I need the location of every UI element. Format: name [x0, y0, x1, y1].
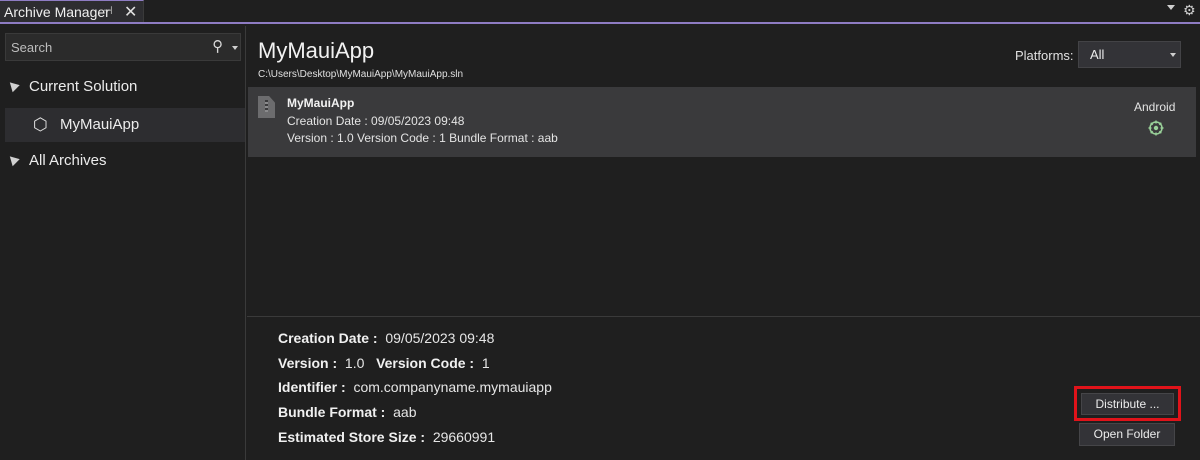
archive-platform: Android [1134, 100, 1176, 114]
chevron-down-icon[interactable] [232, 46, 238, 50]
platforms-label: Platforms: [1015, 48, 1074, 63]
archive-list-item[interactable]: MyMauiApp Creation Date : 09/05/2023 09:… [248, 87, 1196, 157]
archive-name: MyMauiApp [287, 96, 355, 110]
tree-item-project-label: MyMauiApp [60, 116, 140, 133]
detail-version: Version : 1.0 Version Code : 1 [278, 355, 490, 371]
gear-icon[interactable]: ⚙ [1183, 2, 1196, 19]
tree-item-current-solution[interactable]: Current Solution [29, 78, 137, 95]
tab-archive-manager[interactable]: Archive Manager ⊣ ✕ [0, 0, 144, 22]
expanded-arrow-icon[interactable] [6, 78, 20, 93]
chevron-down-icon [1170, 53, 1176, 57]
expanded-arrow-icon[interactable] [6, 152, 20, 167]
android-icon [1148, 120, 1164, 136]
chevron-down-icon[interactable] [1167, 5, 1175, 10]
search-icon[interactable]: ⚲ [212, 37, 223, 55]
detail-creation-date: Creation Date : 09/05/2023 09:48 [278, 330, 495, 346]
archive-details: Creation Date : 09/05/2023 09:48 Version… [247, 316, 1200, 460]
detail-store-size: Estimated Store Size : 29660991 [278, 429, 496, 445]
tool-window-titlebar: Archive Manager ⊣ ✕ ⚙ [0, 0, 1200, 24]
page-title: MyMauiApp [258, 38, 375, 63]
open-folder-button[interactable]: Open Folder [1079, 423, 1175, 446]
sidebar: Search ⚲ Current Solution ⬡ MyMauiApp Al… [0, 26, 246, 460]
archive-version-info: Version : 1.0 Version Code : 1 Bundle Fo… [287, 131, 558, 145]
close-icon[interactable]: ✕ [124, 2, 137, 22]
platforms-select[interactable]: All [1078, 41, 1181, 68]
main-panel: MyMauiApp C:\Users\Desktop\MyMauiApp\MyM… [247, 26, 1200, 460]
project-icon: ⬡ [33, 115, 48, 134]
solution-path: C:\Users\Desktop\MyMauiApp\MyMauiApp.sln [258, 69, 464, 80]
platforms-select-value: All [1090, 47, 1105, 62]
tab-title: Archive Manager [4, 4, 110, 20]
distribute-highlight: Distribute ... [1074, 386, 1181, 421]
pin-icon[interactable]: ⊣ [103, 4, 113, 17]
tree-item-all-archives[interactable]: All Archives [29, 152, 107, 169]
detail-identifier: Identifier : com.companyname.mymauiapp [278, 379, 552, 395]
detail-bundle-format: Bundle Format : aab [278, 404, 417, 420]
distribute-button[interactable]: Distribute ... [1081, 393, 1174, 415]
search-box[interactable]: Search ⚲ [5, 33, 241, 61]
tree-item-project[interactable]: ⬡ MyMauiApp [5, 108, 245, 142]
archive-creation-date: Creation Date : 09/05/2023 09:48 [287, 114, 465, 128]
search-input[interactable]: Search [11, 40, 52, 55]
archive-file-icon [258, 96, 275, 118]
